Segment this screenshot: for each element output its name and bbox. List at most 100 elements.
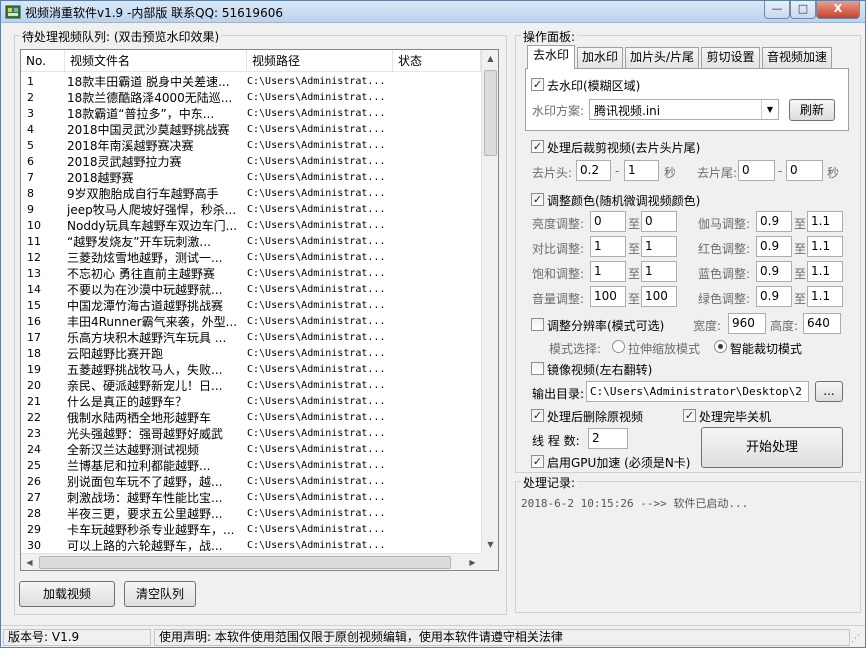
video-queue-list[interactable]: No. 视频文件名 视频路径 状态 1 18款丰田霸道 脱身中关差速... C:\U… bbox=[20, 49, 499, 571]
column-header-filename[interactable]: 视频文件名 bbox=[65, 50, 247, 72]
table-row[interactable]: 2 18款兰德酷路泽4000无陆巡... C:\Users\Administrat.… bbox=[21, 90, 481, 106]
maximize-button[interactable]: □ bbox=[790, 1, 816, 19]
height-input[interactable]: 640 bbox=[803, 313, 841, 334]
table-row[interactable]: 4 2018中国灵武沙莫越野挑战赛 C:\Users\Administrat... bbox=[21, 122, 481, 138]
chevron-down-icon[interactable]: ▼ bbox=[761, 100, 778, 119]
vertical-scroll-thumb[interactable] bbox=[484, 70, 497, 156]
mirror-checkbox[interactable] bbox=[531, 362, 544, 375]
table-row[interactable]: 8 9岁双胞胎成自行车越野高手 C:\Users\Administrat... bbox=[21, 186, 481, 202]
green-from-input[interactable]: 0.9 bbox=[756, 286, 792, 307]
blue-to-input[interactable]: 1.1 bbox=[807, 261, 843, 282]
resize-grip-icon[interactable]: ⋰ bbox=[851, 634, 863, 646]
table-row[interactable]: 23 光头强越野：强哥越野好威武 C:\Users\Administrat... bbox=[21, 426, 481, 442]
scroll-right-icon[interactable]: ▶ bbox=[464, 554, 481, 570]
tab-speed-up[interactable]: 音视频加速 bbox=[762, 47, 832, 68]
table-row[interactable]: 14 不要以为在沙漠中玩越野就... C:\Users\Administrat... bbox=[21, 282, 481, 298]
row-filename: 2018越野赛 bbox=[67, 171, 134, 185]
table-row[interactable]: 6 2018灵武越野拉力赛 C:\Users\Administrat... bbox=[21, 154, 481, 170]
contrast-to-input[interactable]: 1 bbox=[641, 236, 677, 257]
table-row[interactable]: 24 全新汉兰达越野测试视频 C:\Users\Administrat... bbox=[21, 442, 481, 458]
trim-tail-to-input[interactable]: 0 bbox=[786, 160, 823, 181]
row-filename: jeep牧马人爬坡好强悍，秒杀... bbox=[67, 203, 237, 217]
column-header-status[interactable]: 状态 bbox=[393, 50, 481, 72]
table-row[interactable]: 16 丰田4Runner霸气来袭，外型... C:\Users\Administra… bbox=[21, 314, 481, 330]
trim-checkbox[interactable]: ✓ bbox=[531, 140, 544, 153]
delete-after-checkbox[interactable]: ✓ bbox=[531, 409, 544, 422]
table-row[interactable]: 13 不忘初心 勇往直前主越野赛 C:\Users\Administrat... bbox=[21, 266, 481, 282]
table-row[interactable]: 12 三菱劲炫雪地越野，测试一... C:\Users\Administrat... bbox=[21, 250, 481, 266]
close-button[interactable]: X bbox=[816, 1, 860, 19]
trim-head-from-input[interactable]: 0.2 bbox=[576, 160, 611, 181]
table-row[interactable]: 22 俄制水陆两栖全地形越野车 C:\Users\Administrat... bbox=[21, 410, 481, 426]
log-text-area[interactable]: 2018-6-2 10:15:26 -->> 软件已启动... bbox=[521, 495, 851, 605]
table-row[interactable]: 17 乐高方块积木越野汽车玩具 ... C:\Users\Administrat..… bbox=[21, 330, 481, 346]
minimize-button[interactable]: — bbox=[764, 1, 790, 19]
row-number: 5 bbox=[27, 139, 34, 152]
table-row[interactable]: 19 五菱越野挑战牧马人，失败... C:\Users\Administrat... bbox=[21, 362, 481, 378]
saturation-from-input[interactable]: 1 bbox=[590, 261, 626, 282]
browse-button[interactable]: ... bbox=[815, 381, 843, 402]
shutdown-checkbox[interactable]: ✓ bbox=[683, 409, 696, 422]
gpu-checkbox[interactable]: ✓ bbox=[531, 455, 544, 468]
trim-head-to-input[interactable]: 1 bbox=[624, 160, 659, 181]
red-from-input[interactable]: 0.9 bbox=[756, 236, 792, 257]
table-row[interactable]: 3 18款霸道“普拉多”，中东... C:\Users\Administrat... bbox=[21, 106, 481, 122]
table-row[interactable]: 18 云阳越野比赛开跑 C:\Users\Administrat... bbox=[21, 346, 481, 362]
contrast-from-input[interactable]: 1 bbox=[590, 236, 626, 257]
horizontal-scroll-thumb[interactable] bbox=[39, 556, 451, 569]
scroll-up-icon[interactable]: ▲ bbox=[482, 50, 498, 67]
table-row[interactable]: 26 别说面包车玩不了越野，越... C:\Users\Administrat... bbox=[21, 474, 481, 490]
horizontal-scrollbar[interactable]: ◀ ▶ bbox=[21, 553, 481, 570]
table-row[interactable]: 9 jeep牧马人爬坡好强悍，秒杀... C:\Users\Administrat.… bbox=[21, 202, 481, 218]
watermark-scheme-select[interactable]: 腾讯视频.ini ▼ bbox=[589, 99, 779, 120]
output-dir-input[interactable]: C:\Users\Administrator\Desktop\2 bbox=[586, 381, 809, 402]
brightness-to-input[interactable]: 0 bbox=[641, 211, 677, 232]
gamma-from-input[interactable]: 0.9 bbox=[756, 211, 792, 232]
table-row[interactable]: 30 可以上路的六轮越野车，战... C:\Users\Administrat... bbox=[21, 538, 481, 554]
remove-watermark-checkbox[interactable]: ✓ bbox=[531, 78, 544, 91]
red-to-input[interactable]: 1.1 bbox=[807, 236, 843, 257]
blue-from-input[interactable]: 0.9 bbox=[756, 261, 792, 282]
color-label: 调整颜色(随机微调视频颜色) bbox=[547, 194, 701, 208]
table-row[interactable]: 15 中国龙潭竹海古道越野挑战赛 C:\Users\Administrat... bbox=[21, 298, 481, 314]
table-row[interactable]: 11 “越野发烧友”开车玩刺激... C:\Users\Administrat... bbox=[21, 234, 481, 250]
table-row[interactable]: 27 刺激战场：越野车性能比宝... C:\Users\Administrat... bbox=[21, 490, 481, 506]
resolution-checkbox[interactable] bbox=[531, 318, 544, 331]
trim-tail-from-input[interactable]: 0 bbox=[738, 160, 775, 181]
saturation-to-input[interactable]: 1 bbox=[641, 261, 677, 282]
table-row[interactable]: 5 2018年南溪越野赛决赛 C:\Users\Administrat... bbox=[21, 138, 481, 154]
table-row[interactable]: 20 亲民、硬派越野新宠儿！日... C:\Users\Administrat... bbox=[21, 378, 481, 394]
clear-queue-button[interactable]: 清空队列 bbox=[124, 581, 196, 607]
table-row[interactable]: 7 2018越野赛 C:\Users\Administrat... bbox=[21, 170, 481, 186]
green-to-input[interactable]: 1.1 bbox=[807, 286, 843, 307]
column-header-no[interactable]: No. bbox=[21, 50, 65, 72]
tab-intro-outro[interactable]: 加片头/片尾 bbox=[625, 47, 699, 68]
table-row[interactable]: 10 Noddy玩具车越野车双边车门... C:\Users\Administrat… bbox=[21, 218, 481, 234]
volume-to-input[interactable]: 100 bbox=[641, 286, 677, 307]
scroll-down-icon[interactable]: ▼ bbox=[482, 536, 498, 553]
tab-add-watermark[interactable]: 加水印 bbox=[577, 47, 623, 68]
crop-mode-radio[interactable] bbox=[714, 340, 727, 353]
refresh-button[interactable]: 刷新 bbox=[789, 99, 835, 121]
table-row[interactable]: 29 卡车玩越野秒杀专业越野车，... C:\Users\Administrat..… bbox=[21, 522, 481, 538]
row-filename: 2018年南溪越野赛决赛 bbox=[67, 139, 194, 153]
width-input[interactable]: 960 bbox=[728, 313, 766, 334]
gamma-to-input[interactable]: 1.1 bbox=[807, 211, 843, 232]
load-videos-button[interactable]: 加载视频 bbox=[19, 581, 115, 607]
table-row[interactable]: 21 什么是真正的越野车？ C:\Users\Administrat... bbox=[21, 394, 481, 410]
tab-cut-settings[interactable]: 剪切设置 bbox=[701, 47, 760, 68]
threads-input[interactable]: 2 bbox=[588, 428, 628, 449]
volume-from-input[interactable]: 100 bbox=[590, 286, 626, 307]
volume-to-label: 至 bbox=[628, 292, 641, 306]
table-row[interactable]: 1 18款丰田霸道 脱身中关差速... C:\Users\Administrat..… bbox=[21, 74, 481, 90]
tab-remove-watermark[interactable]: 去水印 bbox=[527, 45, 575, 69]
scroll-left-icon[interactable]: ◀ bbox=[21, 554, 38, 570]
start-processing-button[interactable]: 开始处理 bbox=[701, 427, 843, 468]
table-row[interactable]: 25 兰博基尼和拉利都能越野... C:\Users\Administrat... bbox=[21, 458, 481, 474]
vertical-scrollbar[interactable]: ▲ ▼ bbox=[481, 50, 498, 553]
stretch-mode-radio[interactable] bbox=[612, 340, 625, 353]
brightness-from-input[interactable]: 0 bbox=[590, 211, 626, 232]
column-header-path[interactable]: 视频路径 bbox=[247, 50, 393, 72]
table-row[interactable]: 28 半夜三更，要求五公里越野... C:\Users\Administrat... bbox=[21, 506, 481, 522]
color-checkbox[interactable]: ✓ bbox=[531, 193, 544, 206]
